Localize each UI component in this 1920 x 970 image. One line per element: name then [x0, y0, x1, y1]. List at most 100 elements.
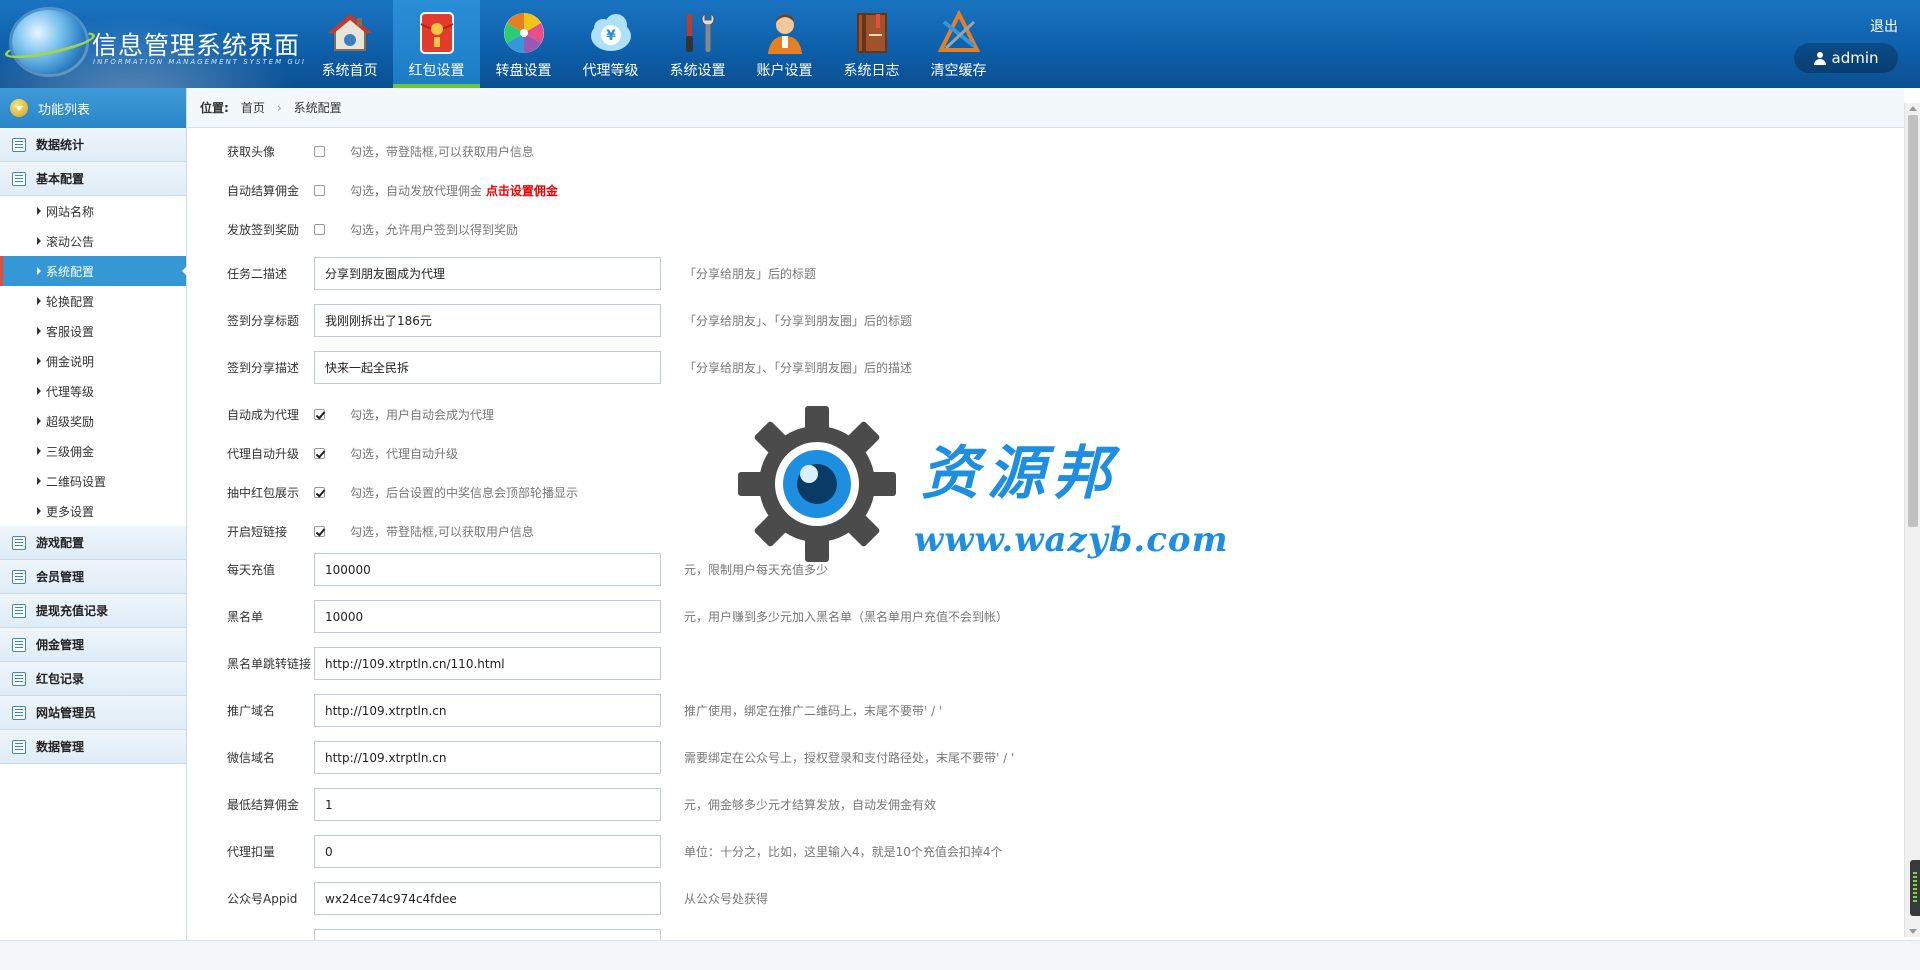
sidebar-header[interactable]: 功能列表	[0, 88, 186, 128]
field-hint: 单位：十分之，比如，这里输入4，就是10个充值会扣掉4个	[684, 845, 1003, 859]
sidebar-group-member-management[interactable]: 会员管理	[0, 560, 186, 594]
field-label: 签到分享标题	[227, 314, 300, 328]
vertical-scrollbar[interactable]	[1904, 103, 1920, 937]
nav-label: 系统日志	[843, 63, 900, 79]
sidebar-item-label: 三级佣金	[46, 444, 95, 459]
group-label: 佣金管理	[36, 638, 85, 652]
group-label: 基本配置	[36, 172, 85, 186]
sidebar-item-agent-level[interactable]: 代理等级	[0, 376, 186, 406]
sidebar-group-data-management[interactable]: 数据管理	[0, 730, 186, 764]
red-envelope-icon	[414, 10, 460, 56]
field-hint: 从公众号处获得	[684, 892, 769, 906]
sidebar-group-red-envelope-records[interactable]: 红包记录	[0, 662, 186, 696]
blacklist-redirect-url-input[interactable]: http://109.xtrptln.cn/110.html	[314, 647, 661, 680]
sidebar-item-customer-service[interactable]: 客服设置	[0, 316, 186, 346]
breadcrumb-label: 位置:	[200, 101, 229, 115]
side-widget-handle[interactable]	[1910, 860, 1920, 916]
breadcrumb-home[interactable]: 首页	[241, 99, 265, 116]
nav-system-settings[interactable]: 系统设置	[654, 0, 741, 88]
caret-right-icon	[37, 297, 41, 305]
watermark-text: 资源邦	[921, 439, 1120, 507]
min-settlement-commission-input[interactable]: 1	[314, 788, 661, 821]
group-label: 会员管理	[36, 570, 85, 584]
promotion-domain-input[interactable]: http://109.xtrptln.cn	[314, 694, 661, 727]
field-label: 任务二描述	[227, 267, 288, 281]
sidebar: 功能列表 数据统计 基本配置 网站名称 滚动公告 系统配置 轮换配置 客服设置 …	[0, 88, 187, 940]
agent-auto-upgrade-checkbox[interactable]	[314, 447, 325, 459]
signin-share-desc-input[interactable]: 快来一起全民拆	[314, 351, 661, 384]
sidebar-item-qrcode-settings[interactable]: 二维码设置	[0, 466, 186, 496]
signin-share-title-input[interactable]: 我刚刚拆出了186元	[314, 304, 661, 337]
sidebar-item-more-settings[interactable]: 更多设置	[0, 496, 186, 526]
sidebar-item-system-config[interactable]: 系统配置	[0, 256, 187, 286]
scrollbar-thumb[interactable]	[1908, 115, 1918, 527]
daily-recharge-input[interactable]: 100000	[314, 553, 661, 586]
sidebar-group-site-admins[interactable]: 网站管理员	[0, 696, 186, 730]
caret-right-icon	[37, 207, 41, 215]
field-label: 抽中红包展示	[227, 485, 300, 500]
sidebar-group-basic-config[interactable]: 基本配置	[0, 162, 186, 196]
logout-link[interactable]: 退出	[1870, 16, 1898, 36]
sidebar-group-commission-management[interactable]: 佣金管理	[0, 628, 186, 662]
group-label: 数据管理	[36, 740, 85, 754]
nav-clear-cache[interactable]: 清空缓存	[915, 0, 1002, 88]
svg-text:¥: ¥	[606, 28, 616, 44]
scroll-up-arrow-icon[interactable]	[1909, 106, 1917, 111]
auto-settle-commission-checkbox[interactable]	[314, 184, 325, 196]
form-row: 发放签到奖励 勾选，允许用户签到以得到奖励	[188, 219, 1888, 239]
caret-right-icon	[37, 327, 41, 335]
official-account-appid-input[interactable]: wx24ce74c974c4fdee	[314, 882, 661, 915]
sidebar-item-three-level-commission[interactable]: 三级佣金	[0, 436, 186, 466]
form-row	[188, 929, 1888, 940]
nav-account-settings[interactable]: 账户设置	[741, 0, 828, 88]
enable-short-link-checkbox[interactable]	[314, 525, 325, 537]
sidebar-group-data-stats[interactable]: 数据统计	[0, 128, 186, 162]
next-field-input[interactable]	[314, 929, 661, 940]
agent-deduction-input[interactable]: 0	[314, 835, 661, 868]
field-tip: 勾选，允许用户签到以得到奖励	[350, 222, 519, 237]
nav-system-log[interactable]: 系统日志	[828, 0, 915, 88]
sidebar-group-withdraw-recharge[interactable]: 提现充值记录	[0, 594, 186, 628]
footer-bar	[0, 940, 1920, 970]
sidebar-item-label: 超级奖励	[46, 414, 95, 429]
wheel-icon	[501, 10, 547, 56]
show-winning-envelopes-checkbox[interactable]	[314, 486, 325, 498]
app-subtitle: INFORMATION MANAGEMENT SYSTEM GUI	[93, 58, 306, 66]
field-label: 最低结算佣金	[227, 798, 300, 812]
set-commission-link[interactable]: 点击设置佣金	[486, 184, 558, 198]
sidebar-item-commission-desc[interactable]: 佣金说明	[0, 346, 186, 376]
field-label: 代理自动升级	[227, 446, 300, 461]
blacklist-threshold-input[interactable]: 10000	[314, 600, 661, 633]
wechat-domain-input[interactable]: http://109.xtrptln.cn	[314, 741, 661, 774]
field-hint: 需要绑定在公众号上，授权登录和支付路径处，末尾不要带' / '	[684, 751, 1015, 765]
caret-right-icon	[37, 477, 41, 485]
list-icon	[12, 137, 26, 152]
nav-red-envelope[interactable]: 红包设置	[393, 0, 480, 88]
signin-reward-checkbox[interactable]	[314, 223, 325, 235]
field-tip: 勾选，后台设置的中奖信息会顶部轮播显示	[350, 485, 579, 500]
nav-wheel[interactable]: 转盘设置	[480, 0, 567, 88]
sidebar-item-super-reward[interactable]: 超级奖励	[0, 406, 186, 436]
caret-right-icon	[37, 507, 41, 515]
breadcrumb-separator: ›	[276, 100, 282, 115]
task2-description-input[interactable]: 分享到朋友圈成为代理	[314, 257, 661, 290]
tools-icon	[675, 10, 721, 56]
user-account-icon	[762, 10, 808, 56]
group-label: 提现充值记录	[36, 604, 109, 618]
nav-home[interactable]: 系统首页	[306, 0, 393, 88]
nav-label: 系统设置	[669, 63, 726, 79]
user-menu[interactable]: admin	[1794, 43, 1898, 73]
sidebar-item-site-name[interactable]: 网站名称	[0, 196, 186, 226]
sidebar-item-scroll-notice[interactable]: 滚动公告	[0, 226, 186, 256]
sidebar-item-rotation-config[interactable]: 轮换配置	[0, 286, 186, 316]
scroll-down-arrow-icon[interactable]	[1909, 929, 1917, 934]
sidebar-group-game-config[interactable]: 游戏配置	[0, 526, 186, 560]
list-icon	[12, 739, 26, 754]
fetch-avatar-checkbox[interactable]	[314, 145, 325, 157]
nav-label: 红包设置	[408, 63, 465, 79]
auto-become-agent-checkbox[interactable]	[314, 408, 325, 420]
nav-label: 账户设置	[756, 63, 813, 79]
nav-agent-level[interactable]: ¥ 代理等级	[567, 0, 654, 88]
form-row: 签到分享标题 我刚刚拆出了186元 「分享给朋友」、「分享到朋友圈」后的标题	[188, 304, 1888, 337]
list-icon	[12, 535, 26, 550]
